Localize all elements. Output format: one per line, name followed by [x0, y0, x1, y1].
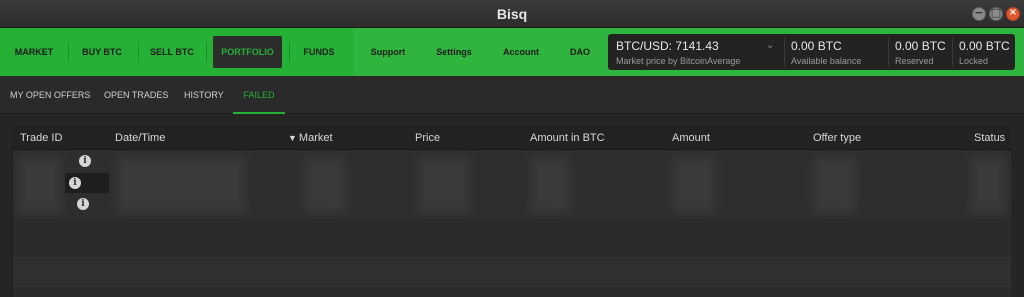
- info-icon[interactable]: i: [79, 155, 91, 167]
- column-amount-btc[interactable]: Amount in BTC: [530, 132, 605, 144]
- balance-separator: [784, 38, 785, 66]
- column-status[interactable]: Status: [974, 132, 1005, 144]
- portfolio-tabs: MY OPEN OFFERS OPEN TRADES HISTORY FAILE…: [0, 76, 1024, 114]
- column-offer-type[interactable]: Offer type: [813, 132, 861, 144]
- info-cell[interactable]: i: [65, 195, 109, 215]
- redacted-cell: [531, 157, 569, 213]
- nav-separator: [206, 42, 207, 62]
- nav-support[interactable]: Support: [362, 28, 414, 76]
- redacted-cell: [418, 157, 470, 213]
- info-icon[interactable]: i: [69, 177, 81, 189]
- balances-panel: BTC/USD: 7141.43 ⌄ Market price by Bitco…: [608, 34, 1015, 70]
- redacted-cell: [19, 157, 61, 213]
- tab-my-open-offers[interactable]: MY OPEN OFFERS: [10, 76, 90, 114]
- balance-separator: [888, 38, 889, 66]
- nav-portfolio[interactable]: PORTFOLIO: [213, 36, 282, 68]
- minimize-button[interactable]: −: [972, 6, 986, 21]
- close-button[interactable]: ×: [1006, 7, 1020, 21]
- tab-open-trades[interactable]: OPEN TRADES: [104, 76, 168, 114]
- redacted-cell: [673, 157, 715, 213]
- nav-funds[interactable]: FUNDS: [296, 28, 342, 76]
- tab-failed[interactable]: FAILED: [233, 76, 285, 114]
- maximize-icon: □: [990, 6, 1002, 19]
- tab-history[interactable]: HISTORY: [184, 76, 224, 114]
- window-title: Bisq: [496, 6, 528, 22]
- failed-trades-view: Trade ID Date/Time ▼ Market Price Amount …: [0, 114, 1024, 297]
- sort-down-icon: ▼: [288, 133, 297, 143]
- table-row: [13, 287, 1011, 297]
- redacted-cell: [117, 157, 245, 213]
- maximize-button[interactable]: □: [989, 6, 1003, 21]
- close-icon: ×: [1008, 7, 1018, 18]
- nav-separator: [68, 42, 69, 62]
- table-row: [13, 219, 1011, 257]
- table-row[interactable]: i i i: [13, 151, 1011, 219]
- column-market[interactable]: ▼ Market: [288, 132, 333, 144]
- column-date-time[interactable]: Date/Time: [115, 132, 165, 144]
- available-balance-label: Available balance: [791, 56, 862, 66]
- available-balance: 0.00 BTC: [791, 39, 842, 53]
- nav-sell-btc[interactable]: SELL BTC: [146, 28, 198, 76]
- market-price[interactable]: BTC/USD: 7141.43: [616, 39, 719, 53]
- balance-separator: [952, 38, 953, 66]
- failed-trades-table: Trade ID Date/Time ▼ Market Price Amount …: [12, 127, 1011, 297]
- info-cell[interactable]: i: [65, 173, 109, 193]
- column-trade-id[interactable]: Trade ID: [20, 132, 62, 144]
- column-price[interactable]: Price: [415, 132, 440, 144]
- table-row: [13, 257, 1011, 287]
- redacted-cell: [305, 157, 345, 213]
- minimize-icon: −: [974, 6, 984, 19]
- nav-separator: [289, 42, 290, 62]
- nav-market[interactable]: MARKET: [6, 28, 62, 76]
- chevron-down-icon[interactable]: ⌄: [766, 40, 774, 51]
- column-amount[interactable]: Amount: [672, 132, 710, 144]
- table-header: Trade ID Date/Time ▼ Market Price Amount …: [13, 128, 1011, 150]
- nav-buy-btc[interactable]: BUY BTC: [76, 28, 128, 76]
- column-market-label: Market: [298, 132, 333, 144]
- redacted-cell: [814, 157, 856, 213]
- window-titlebar: Bisq − □ ×: [0, 0, 1024, 28]
- info-icon[interactable]: i: [77, 198, 89, 210]
- info-cell[interactable]: i: [65, 151, 109, 171]
- nav-dao[interactable]: DAO: [563, 28, 597, 76]
- nav-settings[interactable]: Settings: [430, 28, 478, 76]
- locked-balance-label: Locked: [959, 56, 989, 66]
- reserved-balance: 0.00 BTC: [895, 39, 946, 53]
- redacted-cell: [971, 157, 1005, 213]
- market-price-source: Market price by BitcoinAverage: [616, 56, 741, 66]
- locked-balance: 0.00 BTC: [959, 39, 1010, 53]
- reserved-balance-label: Reserved: [895, 56, 934, 66]
- nav-account[interactable]: Account: [496, 28, 546, 76]
- nav-separator: [138, 42, 139, 62]
